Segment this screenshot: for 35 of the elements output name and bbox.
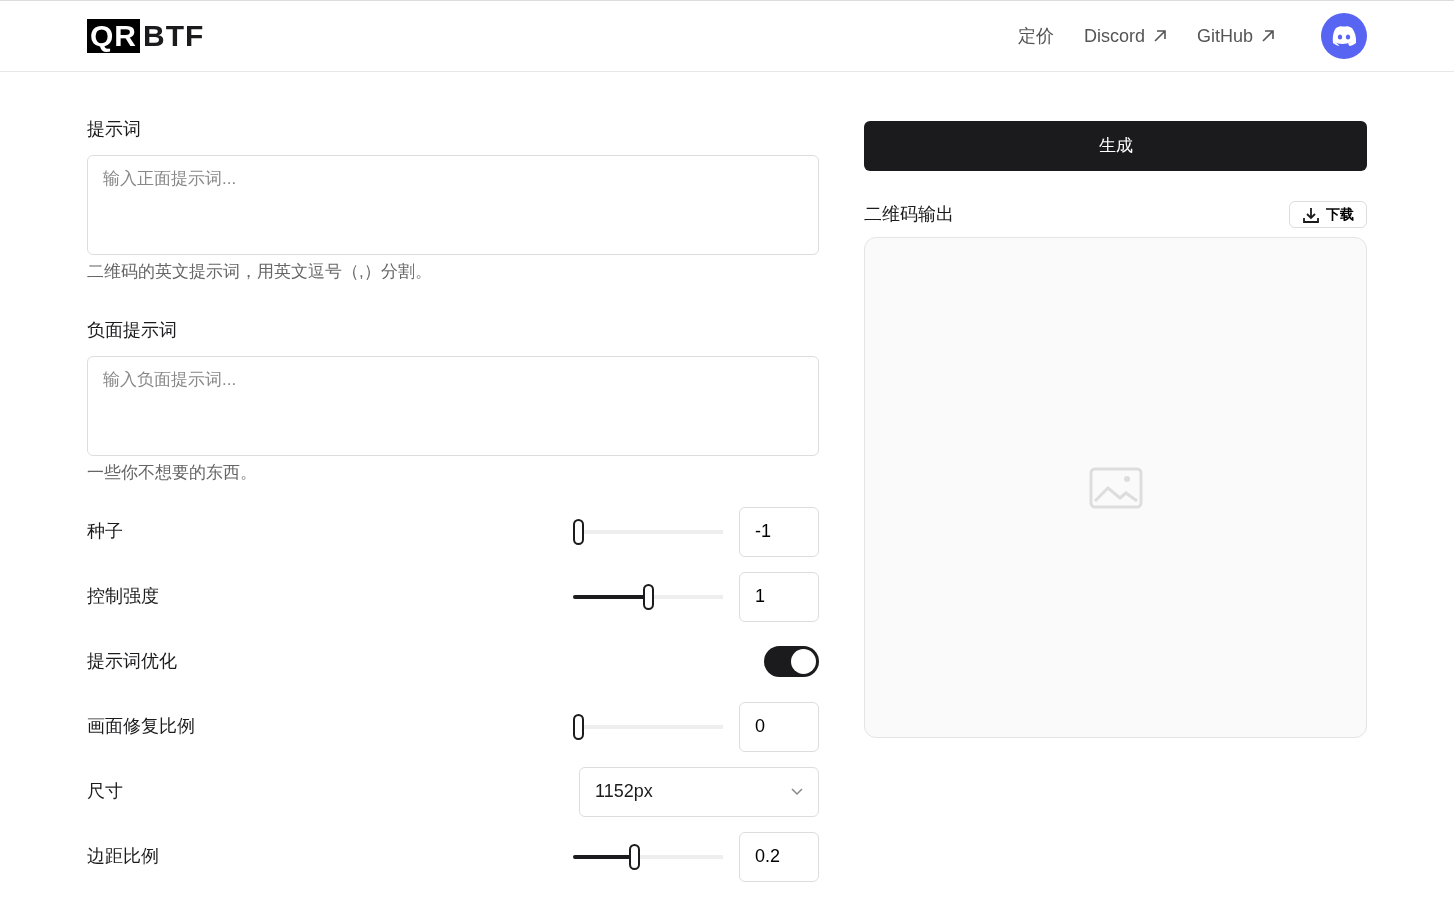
number-input[interactable]: 1 — [739, 571, 819, 622]
nav-link[interactable]: GitHub — [1196, 22, 1275, 50]
slider-thumb[interactable] — [642, 583, 654, 610]
slider-thumb[interactable] — [628, 843, 640, 870]
toggle-switch[interactable] — [764, 646, 819, 677]
nav-link[interactable]: Discord — [1083, 22, 1167, 50]
number-input[interactable]: -1 — [739, 506, 819, 557]
logo-text[interactable]: BTF — [143, 19, 205, 53]
field-label: 负面提示词 — [87, 318, 178, 342]
game-controller-icon — [1331, 26, 1357, 46]
setting-label: 提示词优化 — [87, 650, 177, 673]
logo-mark[interactable]: QR — [87, 19, 140, 53]
download-button[interactable]: 下载 — [1289, 201, 1367, 228]
image-placeholder-icon — [1088, 466, 1143, 509]
chevron-down-icon — [791, 787, 803, 796]
size-select[interactable]: 1152px — [579, 766, 819, 817]
slider-thumb[interactable] — [573, 713, 584, 740]
help-text: 一些你不想要的东西。 — [87, 461, 258, 484]
help-text: 二维码的英文提示词，用英文逗号（,）分割。 — [87, 261, 433, 283]
number-input[interactable]: 0 — [739, 701, 819, 752]
text-area[interactable]: 输入负面提示词... — [87, 355, 819, 456]
text-area[interactable]: 输入正面提示词... — [87, 155, 819, 255]
download-icon — [1302, 205, 1320, 224]
generate-button[interactable]: 生成 — [864, 121, 1367, 171]
slider-thumb[interactable] — [573, 518, 584, 545]
setting-label: 尺寸 — [87, 780, 123, 803]
setting-label: 种子 — [87, 520, 123, 543]
output-title: 二维码输出 — [864, 203, 954, 226]
setting-label: 边距比例 — [87, 845, 159, 868]
discord-button[interactable] — [1321, 13, 1367, 59]
nav-link[interactable]: 定价 — [1017, 22, 1054, 50]
number-input[interactable]: 0.2 — [739, 831, 819, 882]
setting-label: 控制强度 — [87, 585, 159, 608]
field-label: 提示词 — [87, 118, 142, 141]
setting-label: 画面修复比例 — [87, 715, 195, 738]
